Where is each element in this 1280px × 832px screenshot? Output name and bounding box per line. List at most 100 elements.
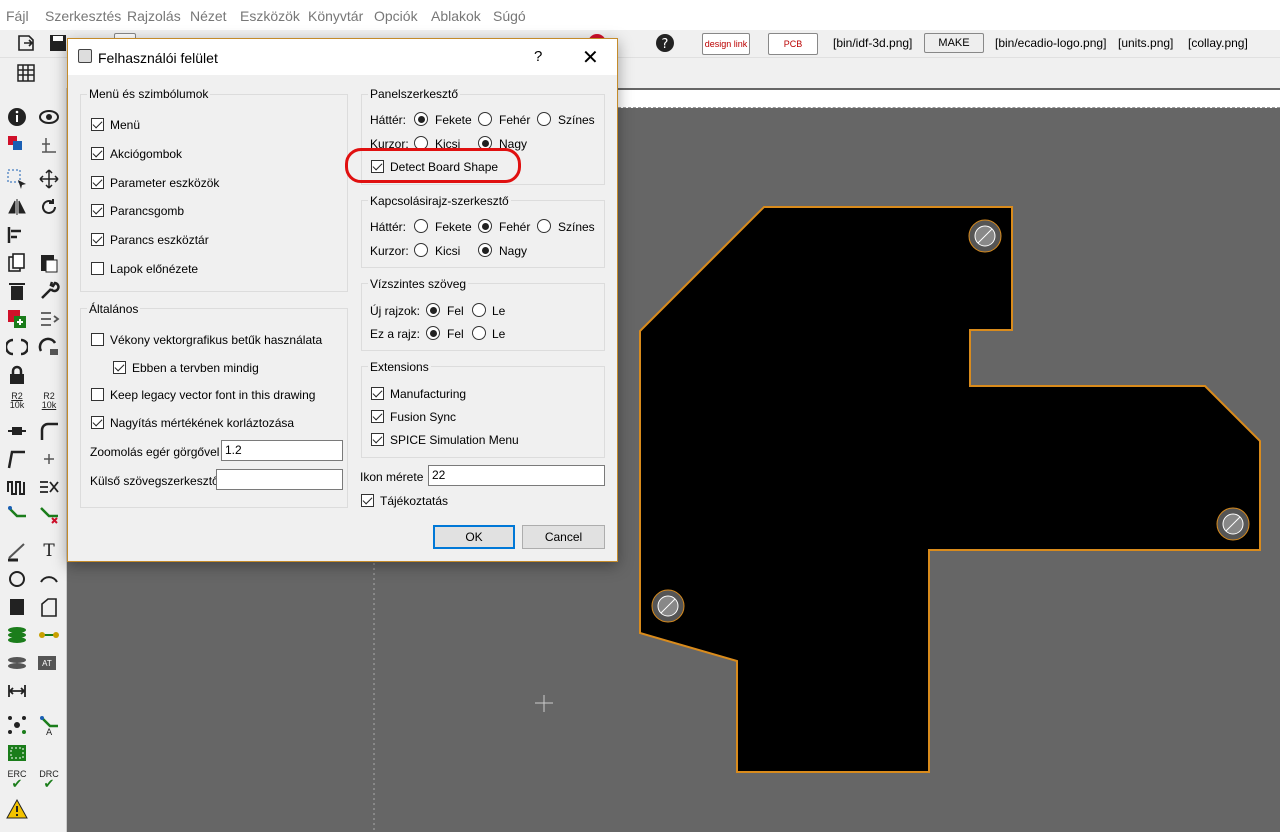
toolbar-idf-3d[interactable]: [bin/idf-3d.png]	[833, 36, 912, 50]
add-icon[interactable]	[6, 308, 28, 330]
copy-icon[interactable]	[6, 252, 28, 274]
menu-library[interactable]: Könyvtár	[308, 8, 363, 24]
swap-icon[interactable]	[6, 336, 28, 358]
save-icon[interactable]	[48, 33, 68, 53]
new-down-radio[interactable]	[472, 303, 486, 317]
split-icon[interactable]	[6, 448, 28, 470]
menu-view[interactable]: Nézet	[190, 8, 227, 24]
arc-icon[interactable]	[38, 568, 60, 590]
board-icon[interactable]	[6, 742, 28, 764]
rect-icon[interactable]	[6, 596, 28, 618]
rotate-icon[interactable]	[38, 196, 60, 218]
menu-options[interactable]: Opciók	[374, 8, 418, 24]
sch-bg-color-radio[interactable]	[537, 219, 551, 233]
delete-icon[interactable]	[6, 280, 28, 302]
icon-size-input[interactable]: 22	[428, 465, 605, 486]
toolbar-units[interactable]: [units.png]	[1118, 36, 1173, 50]
thin-vector-font-checkbox[interactable]	[91, 333, 104, 346]
toolbar-ecadio-logo[interactable]: [bin/ecadio-logo.png]	[995, 36, 1106, 50]
zoom-wheel-input[interactable]: 1.2	[221, 440, 343, 461]
mark-icon[interactable]	[38, 134, 60, 156]
cancel-button[interactable]: Cancel	[522, 525, 605, 549]
lock-icon[interactable]	[6, 364, 28, 386]
smash-icon[interactable]	[6, 420, 28, 442]
unroute-icon[interactable]	[38, 504, 60, 526]
drc-check-icon: ✔	[43, 776, 55, 791]
meander-icon[interactable]	[6, 476, 28, 498]
parameter-tools-checkbox[interactable]	[91, 176, 104, 189]
route-icon[interactable]	[6, 504, 28, 526]
help-icon[interactable]: ?	[655, 33, 675, 53]
always-in-design-checkbox[interactable]	[113, 361, 126, 374]
paste-icon[interactable]	[38, 252, 60, 274]
toolbar-collay[interactable]: [collay.png]	[1188, 36, 1248, 50]
ok-button[interactable]: OK	[433, 525, 515, 549]
sch-cursor-large-radio[interactable]	[478, 243, 492, 257]
this-down-radio[interactable]	[472, 326, 486, 340]
board-bg-color-radio[interactable]	[537, 112, 551, 126]
gate-swap-icon[interactable]	[38, 336, 60, 358]
spice-menu-checkbox[interactable]	[371, 433, 384, 446]
command-toolbar-checkbox[interactable]	[91, 233, 104, 246]
design-link-button[interactable]: design link	[702, 33, 750, 55]
mirror-icon[interactable]	[6, 196, 28, 218]
ratsnest-icon[interactable]	[6, 714, 28, 736]
name-tool[interactable]: R2 10k	[6, 390, 28, 412]
limit-zoom-checkbox[interactable]	[91, 416, 104, 429]
polygon-icon[interactable]	[38, 596, 60, 618]
sch-bg-white-radio[interactable]	[478, 219, 492, 233]
action-buttons-checkbox[interactable]	[91, 147, 104, 160]
board-bg-black-radio[interactable]	[414, 112, 428, 126]
pcb-quote-button[interactable]: PCB QUOTE	[768, 33, 818, 69]
open-icon[interactable]	[16, 33, 36, 53]
info-checkbox[interactable]	[361, 494, 374, 507]
eye-icon[interactable]	[38, 106, 60, 128]
help-button[interactable]: ?	[534, 48, 542, 65]
drc-button[interactable]: DRC ✔	[38, 768, 60, 790]
menu-tools[interactable]: Eszközök	[240, 8, 300, 24]
line-icon[interactable]	[6, 540, 28, 562]
menu-draw[interactable]: Rajzolás	[127, 8, 181, 24]
this-up-radio[interactable]	[426, 326, 440, 340]
signal-icon[interactable]	[38, 624, 60, 646]
align-icon[interactable]	[6, 224, 28, 246]
replace-icon[interactable]	[38, 308, 60, 330]
via-stack-icon[interactable]	[6, 624, 28, 646]
wrench-icon[interactable]	[38, 280, 60, 302]
circle-icon[interactable]	[6, 568, 28, 590]
menu-help[interactable]: Súgó	[493, 8, 526, 24]
erc-button[interactable]: ERC ✔	[6, 768, 28, 790]
warning-icon[interactable]	[6, 798, 28, 820]
sch-cursor-small-radio[interactable]	[414, 243, 428, 257]
ext-editor-input[interactable]	[216, 469, 343, 490]
menu-file[interactable]: Fájl	[6, 8, 29, 24]
legacy-font-checkbox[interactable]	[91, 388, 104, 401]
command-button-checkbox[interactable]	[91, 204, 104, 217]
hole-icon[interactable]	[6, 652, 28, 674]
text-tool[interactable]: T	[38, 540, 60, 562]
dimension-icon[interactable]	[6, 680, 28, 702]
sch-bg-black-radio[interactable]	[414, 219, 428, 233]
menu-checkbox[interactable]	[91, 118, 104, 131]
autorouter-icon[interactable]: A	[38, 714, 60, 736]
ripup-icon[interactable]	[38, 476, 60, 498]
board-bg-label: Háttér:	[370, 113, 407, 127]
fusion-sync-checkbox[interactable]	[371, 410, 384, 423]
attribute-tool[interactable]: AT	[38, 656, 56, 670]
info-icon[interactable]	[6, 106, 28, 128]
menu-windows[interactable]: Ablakok	[431, 8, 481, 24]
make-button[interactable]: MAKE	[924, 33, 984, 53]
layers-icon[interactable]	[6, 134, 28, 156]
grid-icon[interactable]	[16, 63, 36, 83]
manufacturing-checkbox[interactable]	[371, 387, 384, 400]
move-icon[interactable]	[38, 168, 60, 190]
value-tool[interactable]: R2 10k	[38, 390, 60, 412]
sheet-preview-checkbox[interactable]	[91, 262, 104, 275]
board-bg-white-radio[interactable]	[478, 112, 492, 126]
close-button[interactable]: ✕	[582, 45, 599, 70]
select-icon[interactable]	[6, 168, 28, 190]
miter-icon[interactable]	[38, 420, 60, 442]
menu-edit[interactable]: Szerkesztés	[45, 8, 121, 24]
optimize-icon[interactable]	[38, 448, 60, 470]
new-up-radio[interactable]	[426, 303, 440, 317]
